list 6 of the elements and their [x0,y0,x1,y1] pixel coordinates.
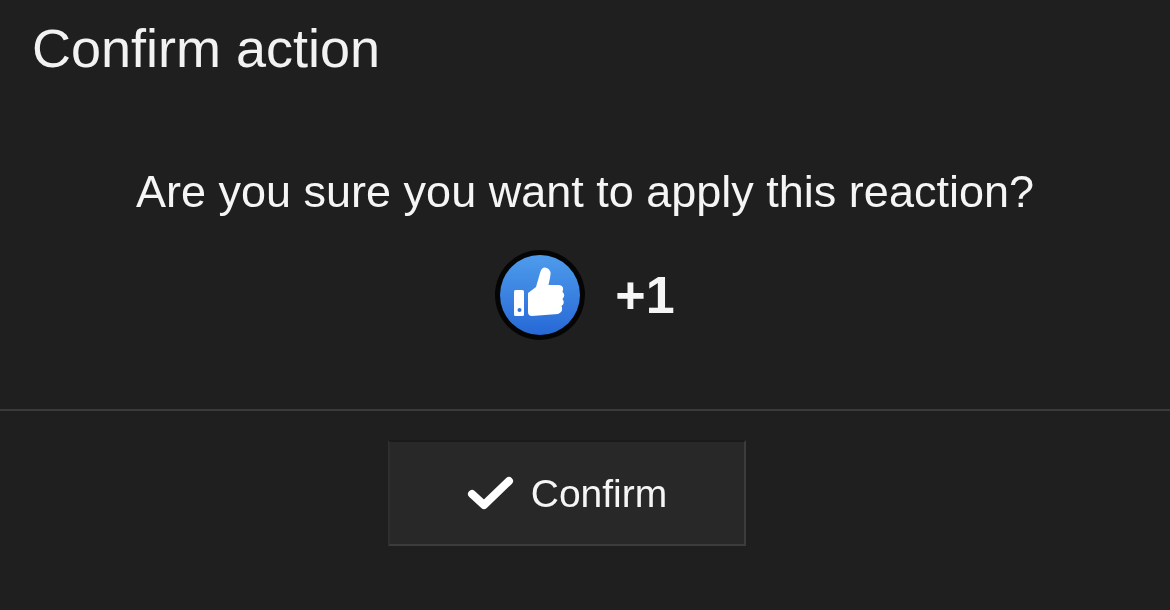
reaction-count: +1 [615,269,675,321]
check-icon [466,476,514,510]
thumbs-up-icon [495,250,586,340]
dialog-title: Confirm action [32,21,381,75]
dialog-message: Are you sure you want to apply this reaction? [136,169,1034,214]
confirm-button[interactable]: Confirm [388,440,746,546]
